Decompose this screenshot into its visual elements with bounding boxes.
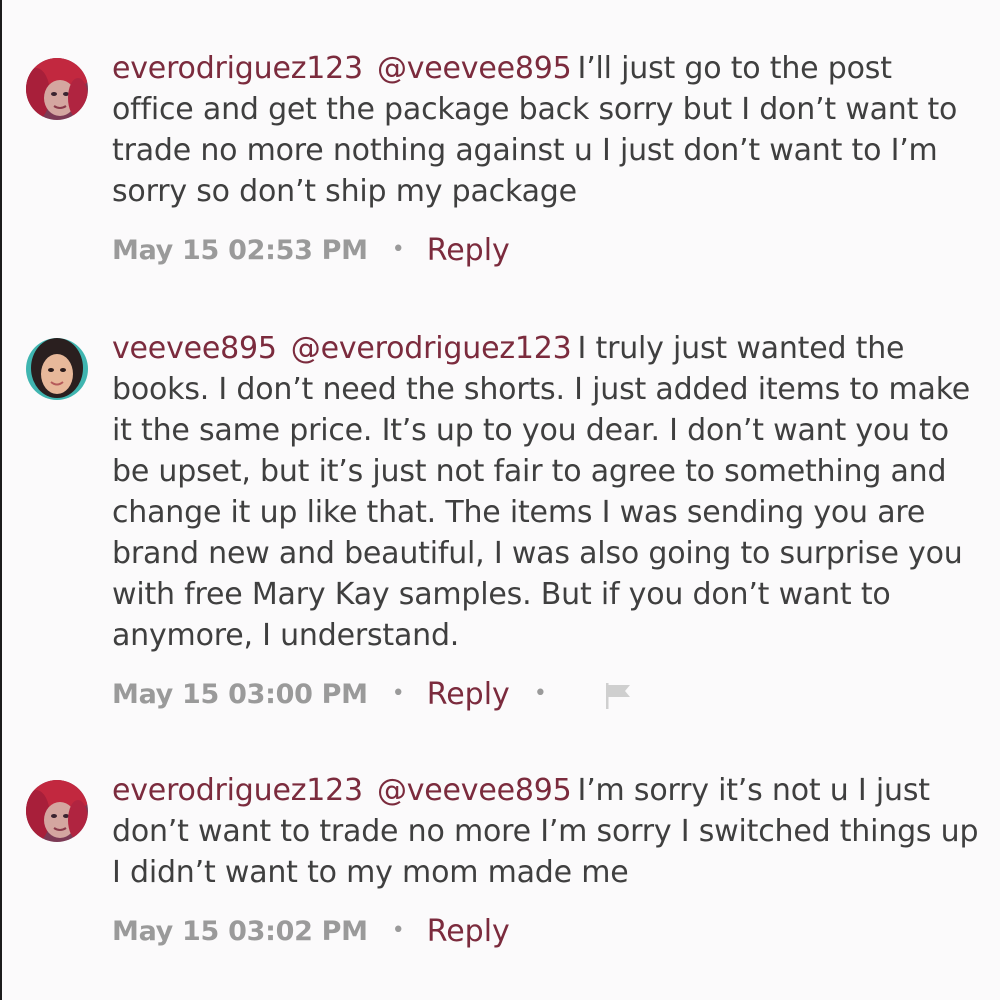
comment-mention[interactable]: @veevee895 [377,773,572,808]
comment-meta: May 15 03:02 PM • Reply [112,911,982,951]
comment-username[interactable]: veevee895 [112,331,277,366]
flag-icon[interactable] [603,681,633,715]
user-avatar[interactable] [26,58,88,120]
separator-dot: • [391,236,405,262]
comment-mention[interactable]: @everodriguez123 [291,331,572,366]
comment-username[interactable]: everodriguez123 [112,51,363,86]
comment-text-block: everodriguez123 @veevee895 I’ll just go to… [112,48,982,212]
comment-body: everodriguez123 @veevee895 I’m sorry it’s … [112,770,982,951]
comment-text-block: everodriguez123 @veevee895 I’m sorry it’s … [112,770,982,893]
comment-username[interactable]: everodriguez123 [112,773,363,808]
comment-meta: May 15 02:53 PM • Reply [112,230,982,270]
comment-meta: May 15 03:00 PM • Reply • [112,674,982,714]
avatar-red-hair-icon [26,58,88,120]
avatar-red-hair-icon [26,780,88,842]
avatar-teal-icon [26,338,88,400]
reply-button[interactable]: Reply [427,914,510,949]
comment-text-block: veevee895 @everodriguez123 I truly just wa… [112,328,982,656]
comment-body: veevee895 @everodriguez123 I truly just wa… [112,328,982,714]
user-avatar[interactable] [26,780,88,842]
separator-dot: • [391,917,405,943]
separator-dot: • [391,680,405,706]
comment-body: everodriguez123 @veevee895 I’ll just go to… [112,48,982,270]
comment-timestamp: May 15 02:53 PM [112,234,368,266]
reply-button[interactable]: Reply [427,233,510,268]
comment-timestamp: May 15 03:02 PM [112,915,368,947]
comment-timestamp: May 15 03:00 PM [112,678,368,710]
comment-mention[interactable]: @veevee895 [377,51,572,86]
separator-dot: • [533,680,547,706]
comment-text: I truly just wanted the books. I don’t n… [112,331,971,653]
user-avatar[interactable] [26,338,88,400]
reply-button[interactable]: Reply [427,677,510,712]
